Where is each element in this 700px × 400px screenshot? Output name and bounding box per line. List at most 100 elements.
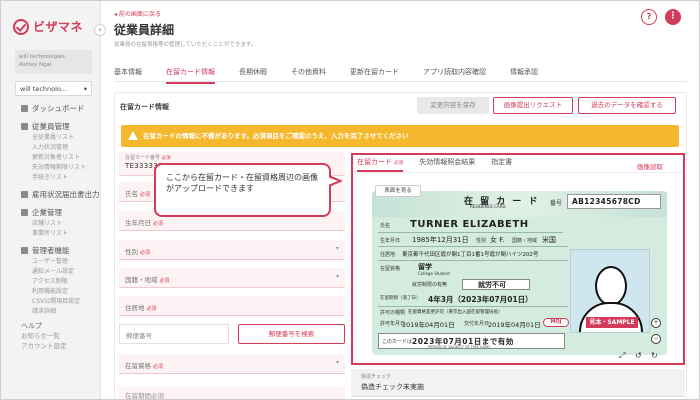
- rotate-left-icon[interactable]: ↺: [635, 351, 642, 360]
- logo[interactable]: ビザマネ: [13, 18, 83, 35]
- company-select-value: will technolo...: [20, 85, 68, 93]
- save-changes-button[interactable]: 変更内容を保存: [417, 97, 489, 114]
- logo-check-icon: [13, 18, 29, 35]
- sidebar-subitem[interactable]: 失効情報期限リスト: [1, 163, 101, 173]
- sidebar-item-company[interactable]: 企業管理: [1, 205, 101, 219]
- zoom-out-icon[interactable]: −: [651, 334, 661, 344]
- zip-input[interactable]: 郵便番号: [119, 324, 229, 344]
- warning-banner: 在留カードの情報に不備があります。必須項目をご確認のうえ、入力を完了させてくださ…: [121, 125, 679, 147]
- chevron-down-icon: ▾: [335, 273, 339, 280]
- card-title-en: RESIDENCE CARD: [470, 204, 506, 209]
- sample-stamp: 見本・SAMPLE: [586, 317, 638, 328]
- issue-label: 交付年月日: [464, 321, 490, 327]
- sidebar-subitem[interactable]: CSV公開項目設定: [1, 297, 101, 307]
- callout-pointer-inner: [328, 177, 338, 185]
- period-label: 在留期間（満了日）: [380, 296, 421, 301]
- expand-icon[interactable]: ⤢: [619, 351, 625, 361]
- sidebar-collapse-button[interactable]: ‹: [94, 24, 106, 36]
- status-label: 在留資格: [380, 266, 401, 272]
- permit-label: 許可の種類: [380, 310, 406, 316]
- tab-residence-card-image[interactable]: 在留カード 必須: [357, 157, 404, 172]
- field-label: 在留期間必須: [125, 392, 164, 400]
- chevron-down-icon: ▾: [83, 85, 87, 93]
- sex-label: 性別: [476, 238, 487, 244]
- card-number: AB12345678CD: [572, 197, 641, 206]
- sidebar-subitem[interactable]: 更新対象者リスト: [1, 153, 101, 163]
- sidebar-item-label: 管理者機能: [32, 245, 70, 255]
- past-data-button[interactable]: 過去のデータを確認する: [578, 97, 676, 114]
- field-label: 住居地 必須: [125, 304, 157, 312]
- card-holder-name: TURNER ELIZABETH: [410, 219, 529, 230]
- image-tabs: 在留カード 必須 失効情報照会結果 指定書: [357, 157, 528, 172]
- rotate-right-icon[interactable]: ↻: [651, 351, 658, 360]
- portrait-head: [595, 266, 627, 306]
- sidebar-subitem[interactable]: 入力状況管理: [1, 143, 101, 153]
- nationality-value: 米国: [542, 236, 556, 244]
- field-label: 国籍・地域 必須: [125, 276, 170, 284]
- gender-select[interactable]: 性別 必須 ▾: [119, 240, 345, 260]
- sidebar-item-dashboard[interactable]: ダッシュボード: [1, 101, 101, 115]
- image-read-button[interactable]: 画像読取: [637, 161, 663, 171]
- sidebar-subitem[interactable]: 利用機能設定: [1, 287, 101, 297]
- sidebar-help-heading: ヘルプ: [21, 322, 42, 330]
- sidebar-subitem[interactable]: 請求詳細: [1, 307, 101, 317]
- sidebar-subitem[interactable]: 手続きリスト: [1, 173, 101, 183]
- sidebar-subitem[interactable]: ユーザー管理: [1, 257, 101, 267]
- image-tabs-divider: [353, 172, 683, 173]
- field-placeholder: 郵便番号: [126, 332, 152, 340]
- image-request-button[interactable]: 画像提出リクエスト: [493, 97, 573, 114]
- card-rule: [378, 306, 568, 307]
- sidebar-item-label: 従業員管理: [32, 121, 70, 131]
- card-number-label: 番号: [550, 200, 563, 207]
- birth-label: 生年月日: [380, 238, 401, 244]
- upload-callout: ここから在留カード・在留資格周辺の画像がアップロードできます: [154, 163, 331, 217]
- address-label: 住居地: [380, 252, 396, 258]
- sidebar-item-label: 企業管理: [32, 207, 62, 217]
- forgery-check-label: 偽造チェック: [361, 374, 392, 380]
- help-button[interactable]: ?: [641, 9, 657, 25]
- people-icon: [21, 122, 28, 130]
- sidebar-item-report[interactable]: 雇用状況届出書出力: [1, 187, 101, 201]
- card-rule: [378, 232, 563, 233]
- company-info-box: will technologies Ashley Ngai: [15, 50, 92, 74]
- sidebar-subitem[interactable]: 全従業員リスト: [1, 133, 101, 143]
- nationality-select[interactable]: 国籍・地域 必須 ▾: [119, 268, 345, 288]
- section-title: 在留カード情報: [120, 103, 169, 111]
- back-link[interactable]: ◂ 前の画面に戻る: [114, 9, 161, 18]
- sidebar-help-item[interactable]: アカウント設定: [1, 341, 101, 351]
- zip-search-button[interactable]: 郵便番号を検索: [238, 324, 345, 344]
- app-frame: ビザマネ will technologies Ashley Ngai will …: [0, 0, 700, 400]
- document-icon: [21, 190, 28, 198]
- page-title: 従業員詳細: [114, 23, 175, 37]
- name-label: 氏名: [380, 223, 391, 229]
- address-field[interactable]: 住居地 必須: [119, 296, 345, 316]
- sidebar-item-admin[interactable]: 管理者機能: [1, 243, 101, 257]
- page-subtitle: 従業員の在留資格等の管理していただくことができます。: [114, 42, 257, 48]
- status-select[interactable]: 在留資格 必須 ▾: [119, 354, 345, 374]
- chevron-down-icon: ▾: [335, 359, 339, 366]
- sidebar-subitem[interactable]: 事業所リスト: [1, 229, 101, 239]
- nationality-label: 国籍・地域: [512, 238, 538, 244]
- sidebar-help-item[interactable]: お知らせ一覧: [1, 331, 101, 341]
- zoom-in-icon[interactable]: +: [651, 318, 661, 328]
- field-label: 氏名 必須: [125, 190, 151, 198]
- tab-designation[interactable]: 指定書: [491, 157, 512, 172]
- permit-date-value: 2019年04月01日: [402, 321, 455, 329]
- field-label: 生年月日 必須: [125, 219, 164, 227]
- sidebar-item-employee[interactable]: 従業員管理: [1, 119, 101, 133]
- gear-icon: [21, 246, 28, 254]
- tab-invalidation-result[interactable]: 失効情報照会結果: [419, 157, 475, 172]
- status-value-en: College Student: [418, 271, 450, 276]
- sidebar-subitem[interactable]: 通知メール設定: [1, 267, 101, 277]
- back-link-label: 前の画面に戻る: [118, 11, 161, 18]
- residence-card-image: 在 留 カ ー ド RESIDENCE CARD 番号 AB12345678CD…: [372, 191, 667, 355]
- sidebar-subitem[interactable]: 店舗リスト: [1, 219, 101, 229]
- field-label: 性別 必須: [125, 248, 151, 256]
- sidebar-subitem[interactable]: アクセス制限: [1, 277, 101, 287]
- more-menu-button[interactable]: ⋮: [665, 9, 681, 25]
- company-select[interactable]: will technolo... ▾: [15, 81, 92, 96]
- period-field[interactable]: 在留期間必須: [119, 387, 345, 400]
- view-front-button[interactable]: 表面を見る: [375, 185, 421, 197]
- forgery-check-value: 偽造チェック未実施: [361, 383, 424, 391]
- validity-label-en: PERIOD OF VALIDITY OF THIS CARD: [428, 345, 490, 349]
